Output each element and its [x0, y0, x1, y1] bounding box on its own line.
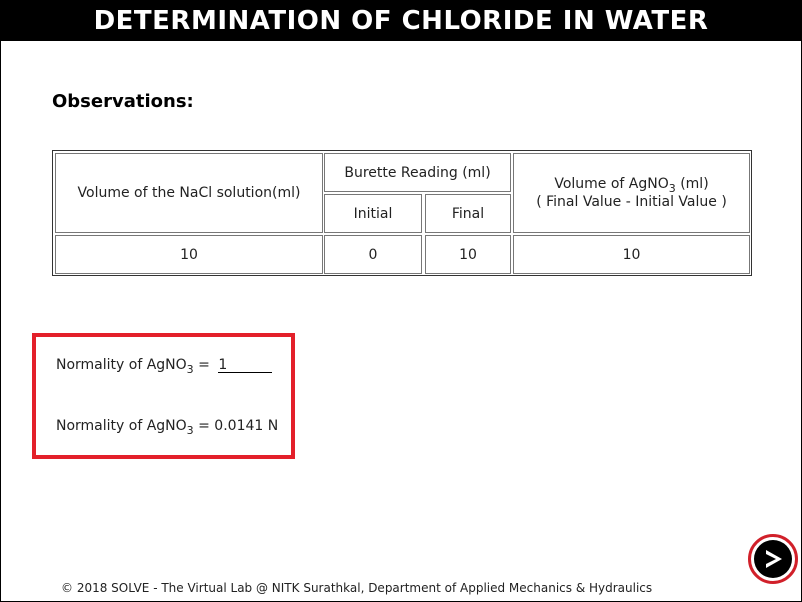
header-agno3-line2: ( Final Value - Initial Value ) — [536, 194, 727, 211]
page-title: DETERMINATION OF CHLORIDE IN WATER — [1, 1, 801, 41]
header-agno3-volume: Volume of AgNO3 (ml) ( Final Value - Ini… — [513, 153, 750, 233]
footer-copyright: © 2018 SOLVE - The Virtual Lab @ NITK Su… — [61, 581, 653, 595]
observations-table: Volume of the NaCl solution(ml) Burette … — [52, 150, 752, 276]
header-burette-label: Burette Reading (ml) — [344, 164, 491, 181]
table-cell-agno3: 10 — [513, 235, 750, 274]
header-burette-reading: Burette Reading (ml) — [324, 153, 511, 192]
header-nacl-volume-label: Volume of the NaCl solution(ml) — [77, 185, 301, 201]
table-cell-nacl: 10 — [55, 235, 323, 274]
table-cell-initial: 0 — [324, 235, 422, 274]
observations-heading: Observations: — [52, 91, 194, 112]
normality-result: Normality of AgNO3 = 0.0141 N — [56, 418, 279, 437]
next-button[interactable] — [748, 534, 798, 584]
normality-input-row: Normality of AgNO3 = 1 — [56, 357, 273, 376]
header-final-label: Final — [451, 205, 485, 222]
table-cell-final: 10 — [425, 235, 511, 274]
header-nacl-volume: Volume of the NaCl solution(ml) — [55, 153, 323, 233]
lab-frame: DETERMINATION OF CHLORIDE IN WATER Obser… — [0, 0, 802, 602]
normality-input[interactable]: 1 — [218, 358, 273, 373]
next-arrow-icon — [754, 540, 792, 578]
header-final: Final — [425, 194, 511, 233]
header-agno3-line1: Volume of AgNO3 (ml) — [554, 175, 709, 195]
normality-highlight-box: Normality of AgNO3 = 1 Normality of AgNO… — [32, 333, 295, 459]
header-initial: Initial — [324, 194, 422, 233]
header-initial-label: Initial — [353, 205, 393, 222]
